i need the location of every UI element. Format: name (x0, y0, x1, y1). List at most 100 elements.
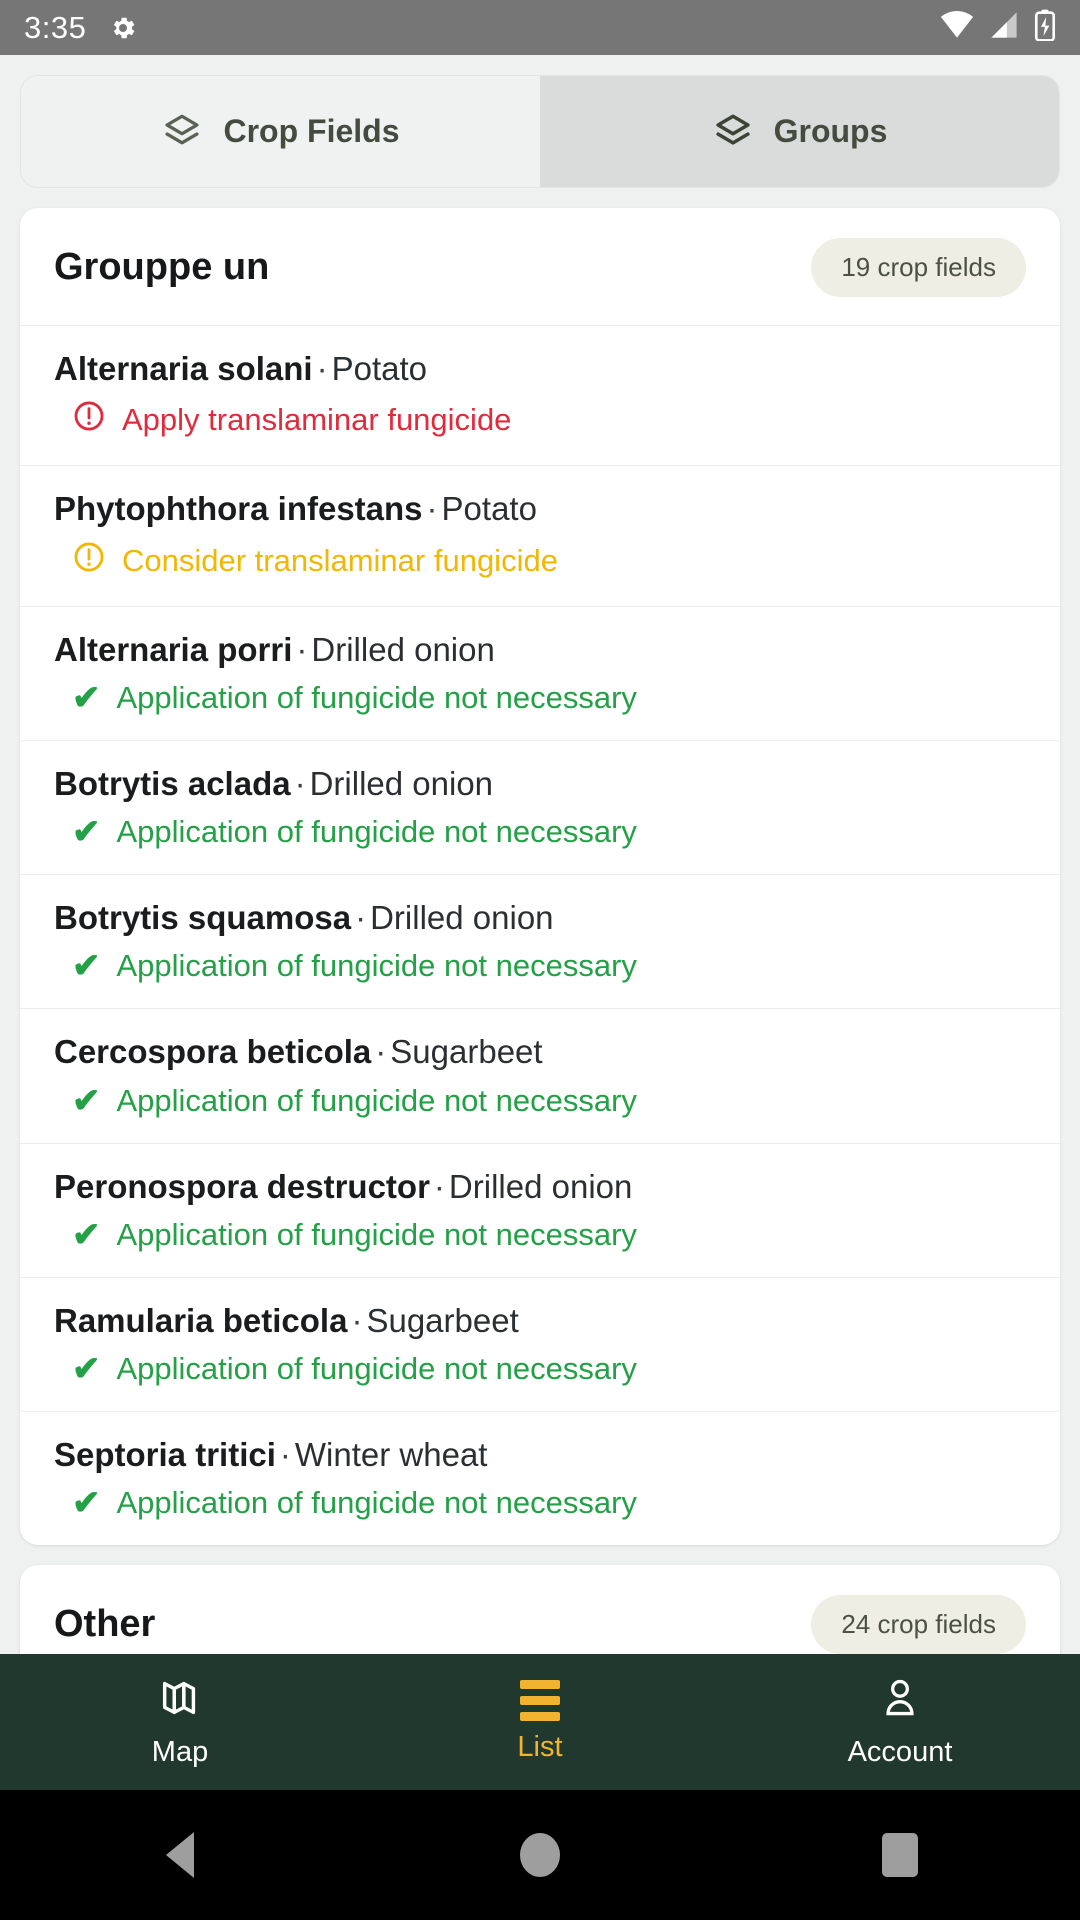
pathogen-name: Peronospora destructor (54, 1167, 430, 1205)
status-badge: ✔ Application of fungicide not necessary (54, 1083, 1026, 1119)
nav-item-map[interactable]: Map (0, 1675, 360, 1769)
status-text: Consider translaminar fungicide (122, 542, 558, 578)
status-text: Application of fungicide not necessary (116, 1216, 637, 1252)
status-badge: ✔ Application of fungicide not necessary (54, 680, 1026, 716)
square-recents-icon (882, 1833, 918, 1877)
crop-name: Drilled onion (370, 899, 554, 936)
table-row[interactable]: Alternaria solani · Potato Apply translami… (20, 326, 1060, 467)
status-badge: ✔ Application of fungicide not necessary (54, 948, 1026, 984)
row-title: Alternaria solani · Potato (54, 348, 1026, 389)
table-row[interactable]: Cercospora beticola · Sugarbeet ✔ Applicat… (20, 1009, 1060, 1144)
pathogen-name: Alternaria porri (54, 630, 293, 668)
check-icon: ✔ (72, 1350, 101, 1388)
pathogen-name: Botrytis squamosa (54, 899, 352, 936)
separator-dot: · (355, 899, 367, 936)
status-text: Application of fungicide not necessary (116, 1082, 637, 1118)
separator-dot: · (296, 630, 308, 668)
android-system-nav (0, 1790, 1080, 1920)
gear-icon (108, 13, 138, 43)
table-row[interactable]: Phytophthora infestans · Potato Consider t… (20, 466, 1060, 607)
check-icon: ✔ (72, 947, 101, 986)
status-badge: ✔ Application of fungicide not necessary (54, 1485, 1026, 1521)
battery-charging-icon (1034, 9, 1056, 46)
status-badge: Consider translaminar fungicide (54, 540, 1026, 582)
crop-name: Sugarbeet (366, 1301, 519, 1339)
separator-dot: · (294, 764, 306, 802)
group-title: Grouppe un (54, 246, 270, 288)
check-icon: ✔ (72, 678, 101, 717)
group-header[interactable]: Grouppe un 19 crop fields (20, 208, 1060, 326)
status-bar: 3:35 (0, 0, 1080, 55)
crop-name: Drilled onion (311, 630, 495, 668)
person-icon (878, 1675, 922, 1726)
circle-home-icon (520, 1833, 560, 1877)
check-icon: ✔ (72, 1484, 101, 1523)
pathogen-name: Phytophthora infestans (54, 490, 423, 528)
crop-name: Potato (441, 490, 537, 528)
pathogen-name: Alternaria solani (54, 350, 313, 387)
status-badge: ✔ Application of fungicide not necessary (54, 1351, 1026, 1387)
crop-name: Sugarbeet (390, 1033, 543, 1071)
group-title: Other (54, 1603, 156, 1646)
row-title: Alternaria porri · Drilled onion (54, 629, 1026, 670)
nav-item-account[interactable]: Account (720, 1675, 1080, 1769)
crop-name: Drilled onion (448, 1167, 633, 1205)
status-text: Application of fungicide not necessary (116, 948, 637, 984)
pathogen-name: Botrytis aclada (54, 764, 291, 802)
nav-item-list[interactable]: List (360, 1680, 720, 1764)
status-text: Application of fungicide not necessary (116, 1351, 637, 1386)
alert-circle-icon (72, 399, 106, 441)
check-icon: ✔ (72, 1081, 101, 1120)
table-row[interactable]: Botrytis squamosa · Drilled onion ✔ Applic… (20, 875, 1060, 1010)
wifi-icon (940, 11, 974, 44)
crop-name: Drilled onion (309, 764, 494, 802)
status-text: Apply translaminar fungicide (122, 402, 512, 438)
table-row[interactable]: Peronospora destructor · Drilled onion ✔ A… (20, 1144, 1060, 1278)
triangle-back-icon (166, 1832, 194, 1878)
view-tabs: Crop Fields Groups (20, 75, 1060, 188)
crop-name: Winter wheat (294, 1436, 488, 1473)
row-title: Botrytis aclada · Drilled onion (54, 763, 1026, 804)
group-card[interactable]: Grouppe un 19 crop fields Alternaria sol… (20, 208, 1060, 1546)
table-row[interactable]: Alternaria porri · Drilled onion ✔ Applica… (20, 607, 1060, 741)
status-text: Application of fungicide not necessary (116, 679, 637, 715)
table-row[interactable]: Ramularia beticola · Sugarbeet ✔ Applicati… (20, 1278, 1060, 1412)
table-row[interactable]: Septoria tritici · Winter wheat ✔ Applicat… (20, 1412, 1060, 1545)
nav-item-list-label: List (517, 1731, 563, 1763)
separator-dot: · (351, 1301, 363, 1339)
pathogen-name: Ramularia beticola (54, 1301, 348, 1339)
row-title: Botrytis squamosa · Drilled onion (54, 897, 1026, 938)
separator-dot: · (279, 1436, 291, 1473)
row-title: Cercospora beticola · Sugarbeet (54, 1031, 1026, 1072)
status-text: Application of fungicide not necessary (116, 814, 637, 849)
row-title: Ramularia beticola · Sugarbeet (54, 1300, 1026, 1341)
separator-dot: · (433, 1167, 445, 1205)
tab-groups-label: Groups (773, 113, 888, 149)
crop-name: Potato (331, 350, 428, 387)
status-icons (940, 9, 1056, 46)
pathogen-name: Cercospora beticola (54, 1033, 372, 1071)
check-icon: ✔ (72, 813, 101, 851)
tab-groups[interactable]: Groups (540, 76, 1059, 187)
table-row[interactable]: Botrytis aclada · Drilled onion ✔ Applicat… (20, 741, 1060, 875)
status-text: Application of fungicide not necessary (116, 1485, 637, 1521)
tab-crop-fields[interactable]: Crop Fields (21, 76, 540, 187)
row-title: Septoria tritici · Winter wheat (54, 1434, 1026, 1475)
separator-dot: · (316, 350, 328, 387)
separator-dot: · (426, 490, 438, 528)
status-badge: Apply translaminar fungicide (54, 399, 1026, 441)
tab-crop-fields-label: Crop Fields (223, 113, 400, 149)
recents-button[interactable] (720, 1833, 1080, 1877)
back-button[interactable] (0, 1832, 360, 1878)
crop-field-count-badge: 19 crop fields (811, 238, 1026, 297)
row-title: Phytophthora infestans · Potato (54, 488, 1026, 529)
status-badge: ✔ Application of fungicide not necessary (54, 1217, 1026, 1253)
bottom-navigation: Map List Account (0, 1654, 1080, 1790)
home-button[interactable] (360, 1833, 720, 1877)
status-badge: ✔ Application of fungicide not necessary (54, 814, 1026, 850)
check-icon: ✔ (72, 1215, 101, 1254)
layers-icon (161, 111, 203, 153)
nav-item-account-label: Account (847, 1736, 953, 1768)
map-icon (157, 1675, 203, 1726)
list-icon (520, 1680, 560, 1721)
